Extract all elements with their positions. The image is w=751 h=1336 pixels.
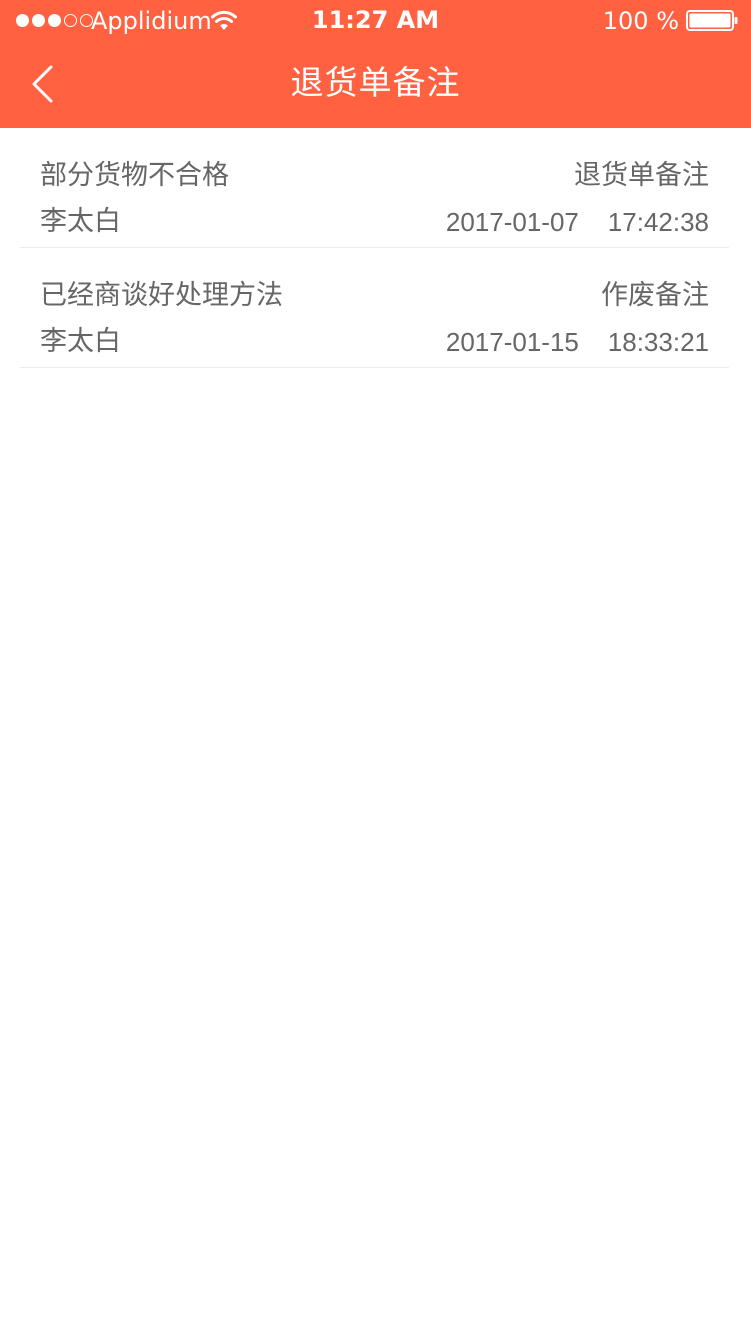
remark-author: 李太白 <box>40 206 121 237</box>
carrier-name: Applidium <box>91 7 212 35</box>
remark-content: 部分货物不合格 <box>40 160 229 191</box>
remark-type: 退货单备注 <box>574 160 709 191</box>
remark-author: 李太白 <box>40 326 121 357</box>
remark-content: 已经商谈好处理方法 <box>40 280 283 311</box>
header: Applidium 11:27 AM 100 % 退货单备注 <box>0 0 751 128</box>
list-item[interactable]: 部分货物不合格 退货单备注 李太白 2017-01-07 17:42:38 <box>20 128 729 248</box>
signal-dot <box>64 13 77 27</box>
signal-dot <box>32 13 45 27</box>
signal-dot <box>16 13 29 27</box>
status-bar: Applidium 11:27 AM 100 % <box>0 0 751 40</box>
page-title: 退货单备注 <box>290 63 461 102</box>
signal-strength-icon <box>16 13 93 27</box>
battery-percentage: 100 % <box>602 7 679 35</box>
navigation-bar: 退货单备注 <box>0 40 751 128</box>
list-item[interactable]: 已经商谈好处理方法 作废备注 李太白 2017-01-15 18:33:21 <box>20 248 729 368</box>
remark-datetime: 2017-01-07 17:42:38 <box>445 207 709 237</box>
remarks-list: 部分货物不合格 退货单备注 李太白 2017-01-07 17:42:38 已经… <box>0 128 751 368</box>
remark-type: 作废备注 <box>601 280 709 311</box>
battery-icon <box>686 10 738 31</box>
wifi-icon <box>211 10 237 30</box>
signal-dot <box>48 13 61 27</box>
remark-datetime: 2017-01-15 18:33:21 <box>445 327 709 357</box>
